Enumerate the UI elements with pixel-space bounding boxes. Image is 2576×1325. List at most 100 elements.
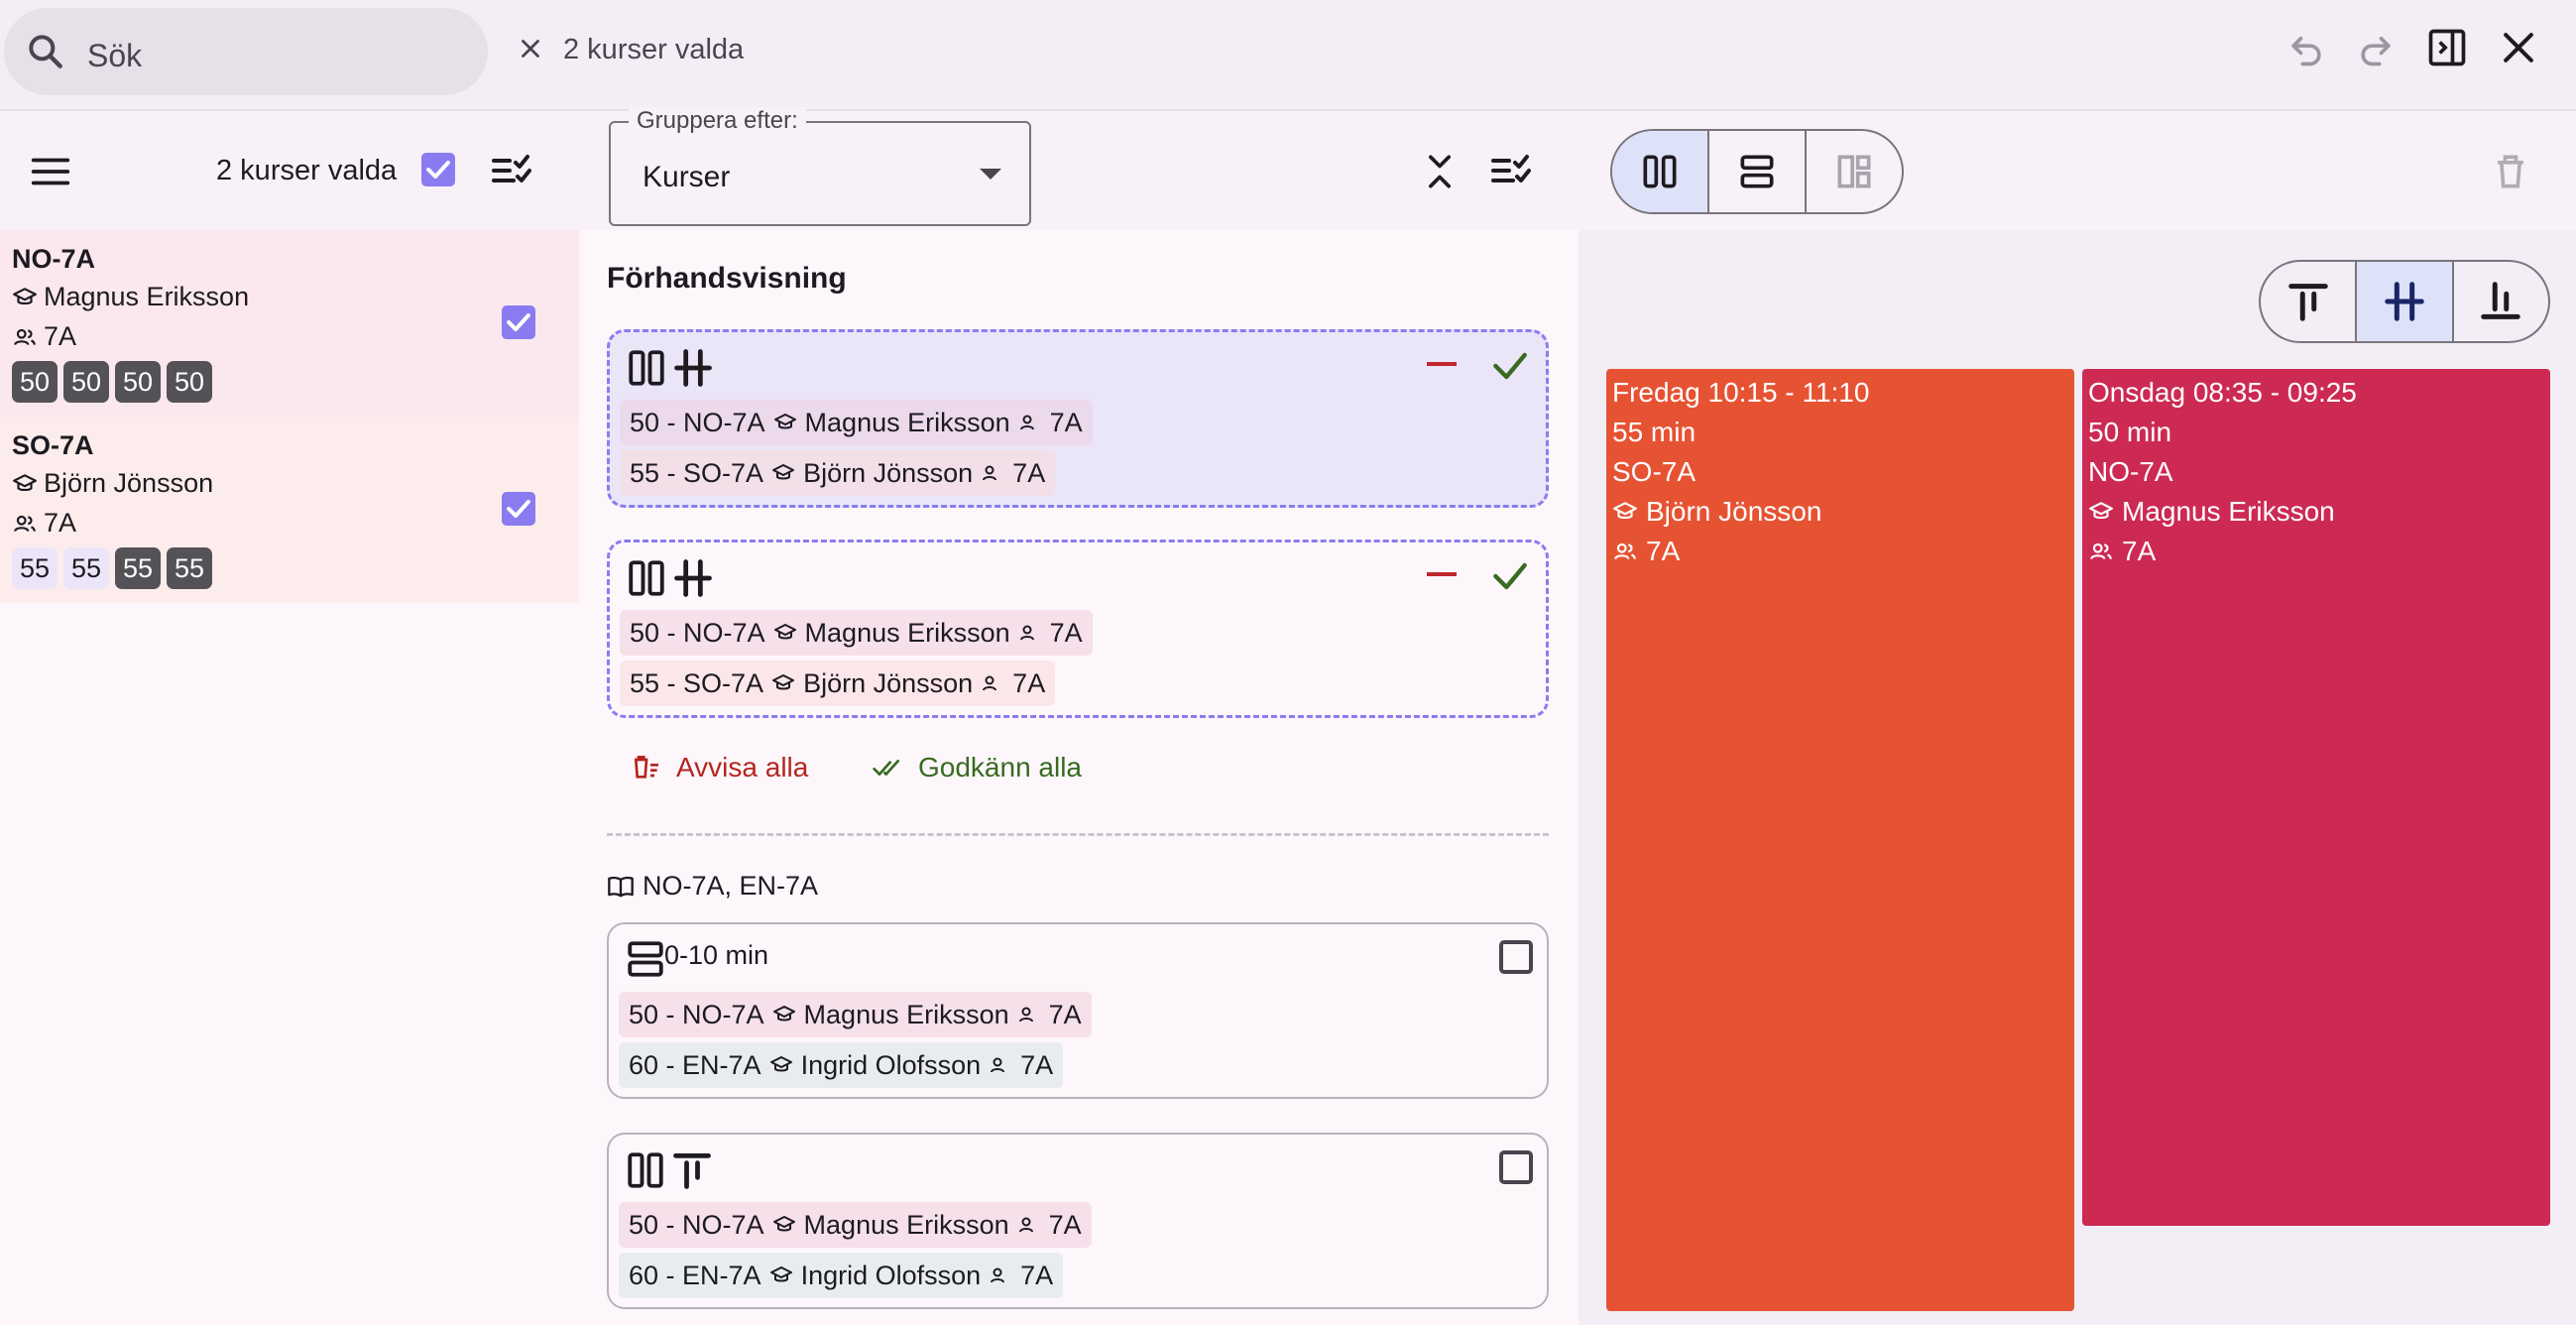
redo-icon[interactable]: [2354, 26, 2398, 74]
group-icon: [1018, 1217, 1033, 1233]
dropdown-arrow-icon: [980, 169, 1001, 180]
teacher-name: Magnus Eriksson: [803, 1209, 1009, 1240]
option-checkbox[interactable]: [1499, 940, 1533, 974]
option-icons: [625, 938, 666, 980]
teacher-name: Magnus Eriksson: [44, 282, 250, 311]
course-card[interactable]: NO-7A Magnus Eriksson 7A 50 50 50 50: [0, 230, 579, 417]
search-field[interactable]: Sök: [4, 8, 488, 95]
lesson-pill[interactable]: 55: [12, 547, 58, 589]
align-center-icon: [674, 559, 712, 597]
course-checkbox[interactable]: [502, 492, 535, 526]
layout-columns-button[interactable]: [1612, 131, 1709, 212]
approve-icon[interactable]: [1488, 554, 1532, 603]
layout-rows-button[interactable]: [1709, 131, 1807, 212]
group-by-value: Kurser: [643, 161, 731, 193]
checklist-icon[interactable]: [488, 147, 535, 199]
delete-sweep-icon: [635, 756, 658, 779]
align-bottom-button[interactable]: [2454, 262, 2548, 341]
layout-grid-button[interactable]: [1807, 131, 1902, 212]
group-line: 7A: [12, 508, 76, 539]
reject-all-button[interactable]: Avvisa alla: [631, 752, 808, 783]
align-center-button[interactable]: [2357, 262, 2454, 341]
event-duration: 50 min: [2088, 417, 2172, 447]
close-icon[interactable]: [2497, 26, 2540, 74]
calendar-event[interactable]: Onsdag 08:35 - 09:25 50 min NO-7A Magnus…: [2082, 369, 2550, 1226]
lesson-pills: 50 50 50 50: [12, 361, 212, 403]
lesson-pill[interactable]: 50: [167, 361, 212, 403]
lesson-label: 50 - NO-7A: [630, 407, 765, 437]
clear-selection-icon[interactable]: [516, 34, 545, 68]
align-top-button[interactable]: [2261, 262, 2358, 341]
checklist-icon[interactable]: [1487, 147, 1535, 199]
event-teacher-line: Magnus Eriksson: [2088, 492, 2544, 532]
menu-icon[interactable]: [28, 149, 73, 199]
rows-icon: [1740, 155, 1774, 188]
calendar-event[interactable]: Fredag 10:15 - 11:10 55 min SO-7A Björn …: [1606, 369, 2074, 1311]
lesson-pill[interactable]: 55: [63, 547, 109, 589]
approve-all-label: Godkänn alla: [918, 752, 1083, 783]
teacher-name: Björn Jönsson: [803, 667, 974, 698]
course-checkbox[interactable]: [502, 305, 535, 339]
layout-toggle-group: [1610, 129, 1904, 214]
done-all-icon: [873, 760, 899, 776]
lesson-pills: 55 55 55 55: [12, 547, 212, 589]
teacher-icon: [769, 1266, 792, 1282]
event-group: 7A: [2122, 536, 2157, 566]
lesson-pill[interactable]: 55: [115, 547, 161, 589]
event-group-line: 7A: [2088, 532, 2544, 571]
rows-icon: [628, 941, 663, 977]
group-section-title: NO-7A, EN-7A: [643, 871, 819, 901]
lesson-pill[interactable]: 50: [12, 361, 58, 403]
lesson-label: 55 - SO-7A: [630, 667, 764, 698]
collapse-icon[interactable]: [1418, 149, 1462, 199]
event-teacher-line: Björn Jönsson: [1612, 492, 2068, 532]
proposal-card[interactable]: 50 - NO-7A Magnus Eriksson 7A 55 - SO-7A…: [607, 329, 1549, 508]
proposal-card[interactable]: 50 - NO-7A Magnus Eriksson 7A 55 - SO-7A…: [607, 540, 1549, 718]
teacher-name: Björn Jönsson: [803, 457, 974, 488]
group-icon: [983, 675, 997, 691]
option-label: 0-10 min: [664, 940, 769, 970]
align-center-icon: [2385, 282, 2424, 321]
reject-icon[interactable]: [1427, 572, 1457, 576]
search-placeholder: Sök: [87, 38, 143, 73]
lesson-row: 55 - SO-7A Björn Jönsson 7A: [620, 661, 1056, 706]
teacher-name: Magnus Eriksson: [803, 999, 1009, 1029]
selected-courses-label: 2 kurser valda: [216, 155, 398, 186]
course-card[interactable]: SO-7A Björn Jönsson 7A 55 55 55 55: [0, 417, 579, 603]
teacher-icon: [1613, 502, 1637, 520]
group-name: 7A: [1012, 457, 1046, 488]
toggle-panel-icon[interactable]: [2425, 26, 2469, 74]
delete-icon[interactable]: [2489, 149, 2532, 199]
search-icon: [24, 30, 67, 78]
group-name: 7A: [44, 508, 77, 538]
teacher-icon: [773, 624, 796, 640]
group-name: 7A: [1048, 999, 1082, 1029]
teacher-icon: [2089, 502, 2113, 520]
event-course: SO-7A: [1612, 456, 1697, 487]
event-group-line: 7A: [1612, 532, 2068, 571]
option-checkbox[interactable]: [1499, 1150, 1533, 1184]
lesson-pill[interactable]: 50: [63, 361, 109, 403]
group-icon: [991, 1057, 1005, 1073]
undo-icon[interactable]: [2284, 26, 2328, 74]
proposal-icons: [626, 346, 715, 390]
event-group: 7A: [1646, 536, 1681, 566]
lesson-label: 60 - EN-7A: [629, 1260, 761, 1290]
lesson-label: 50 - NO-7A: [629, 999, 764, 1029]
approve-icon[interactable]: [1488, 344, 1532, 393]
group-name: 7A: [1020, 1049, 1054, 1080]
lesson-row: 60 - EN-7A Ingrid Olofsson 7A: [619, 1042, 1064, 1088]
group-by-select[interactable]: Gruppera efter: Kurser: [609, 107, 1031, 226]
lesson-pill[interactable]: 50: [115, 361, 161, 403]
lesson-row: 50 - NO-7A Magnus Eriksson 7A: [619, 992, 1092, 1037]
reject-icon[interactable]: [1427, 362, 1457, 366]
option-card[interactable]: 0-10 min 50 - NO-7A Magnus Eriksson 7A 6…: [607, 922, 1549, 1099]
lesson-pill[interactable]: 55: [167, 547, 212, 589]
group-icon: [983, 465, 997, 481]
select-all-checkbox[interactable]: [421, 153, 455, 186]
teacher-icon: [769, 1056, 792, 1072]
option-card[interactable]: 50 - NO-7A Magnus Eriksson 7A 60 - EN-7A…: [607, 1133, 1549, 1309]
lesson-row: 60 - EN-7A Ingrid Olofsson 7A: [619, 1253, 1064, 1298]
approve-all-button[interactable]: Godkänn alla: [871, 752, 1082, 783]
align-top-icon: [673, 1152, 711, 1189]
